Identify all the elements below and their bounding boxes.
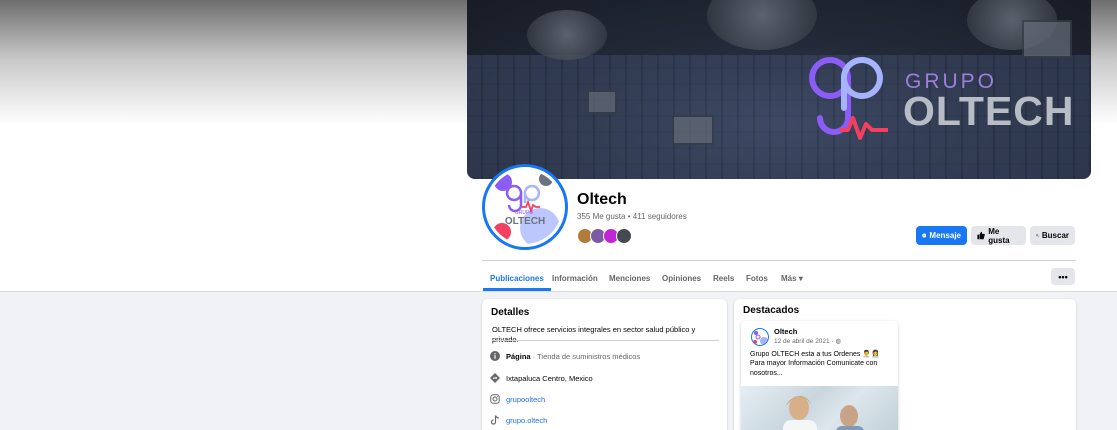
details-row-tiktok[interactable]: grupo.oltech <box>490 415 547 425</box>
search-icon <box>1036 234 1039 237</box>
friend-avatars[interactable] <box>577 228 632 244</box>
search-button-label: Buscar <box>1041 231 1069 240</box>
avatar-logo-icon <box>753 331 768 345</box>
instagram-link[interactable]: grupooltech <box>506 395 545 404</box>
details-row-instagram[interactable]: grupooltech <box>490 394 545 404</box>
avatar-text-main: OLTECH <box>505 216 545 227</box>
search-button[interactable]: Buscar <box>1030 226 1075 245</box>
more-options-button[interactable]: ••• <box>1051 268 1075 285</box>
profile-avatar[interactable]: GRUPO OLTECH <box>482 164 568 250</box>
details-row-category: Página · Tienda de suministros médicos <box>490 351 640 361</box>
message-button-label: Mensaje <box>929 231 961 240</box>
post-text: Grupo OLTECH esta a tus Ordenes 👨‍⚕️👩‍⚕️… <box>750 351 880 377</box>
oltech-logo-icon <box>809 57 888 140</box>
location-icon <box>490 373 500 383</box>
page-title[interactable]: Oltech <box>577 191 627 209</box>
header-divider <box>0 291 1117 292</box>
tab-publicaciones[interactable]: Publicaciones <box>483 265 551 291</box>
tab-fotos[interactable]: Fotos <box>746 265 768 291</box>
info-icon <box>490 351 500 361</box>
message-button[interactable]: Mensaje <box>916 226 967 245</box>
globe-icon: ◍ <box>835 338 842 345</box>
post-photo <box>783 396 864 430</box>
tab-informacion[interactable]: Información <box>552 265 598 291</box>
tab-opiniones[interactable]: Opiniones <box>662 265 701 291</box>
post-image[interactable] <box>741 386 898 430</box>
details-card: Detalles OLTECH ofrece servicios integra… <box>482 299 727 430</box>
avatar-logo-icon: GRUPO OLTECH <box>493 172 560 244</box>
friend-avatar[interactable] <box>616 228 632 244</box>
tabs-divider <box>482 260 1076 261</box>
page-label: Página <box>506 351 531 361</box>
page-stats[interactable]: 355 Me gusta • 411 seguidores <box>577 212 687 221</box>
messenger-icon <box>922 233 927 238</box>
instagram-icon <box>490 394 500 404</box>
cover-brand-main: OLTECH <box>903 88 1075 134</box>
page-category: · Tienda de suministros médicos <box>530 351 641 361</box>
tiktok-link[interactable]: grupo.oltech <box>506 416 547 425</box>
featured-title: Destacados <box>743 305 800 316</box>
tiktok-icon <box>490 415 500 425</box>
thumbs-up-icon <box>977 231 985 240</box>
details-row-location: Ixtapaluca Centro, Mexico <box>490 373 593 383</box>
location-text: Ixtapaluca Centro, Mexico <box>506 373 593 383</box>
details-title: Detalles <box>491 307 530 318</box>
tab-more[interactable]: Más ▾ <box>781 265 803 291</box>
post-avatar[interactable] <box>751 328 769 346</box>
cover-photo[interactable]: GRUPO OLTECH <box>467 0 1091 179</box>
like-button-label: Me gusta <box>988 226 1010 245</box>
like-button[interactable]: Me gusta <box>971 226 1026 245</box>
details-description: OLTECH ofrece servicios integrales en se… <box>492 325 696 344</box>
details-divider <box>492 340 719 341</box>
tab-menciones[interactable]: Menciones <box>609 265 650 291</box>
post-date[interactable]: 12 de abril de 2021 · ◍ <box>774 337 841 345</box>
tab-reels[interactable]: Reels <box>713 265 734 291</box>
featured-post[interactable]: Oltech 12 de abril de 2021 · ◍ Grupo OLT… <box>741 321 898 430</box>
post-author[interactable]: Oltech <box>774 327 797 336</box>
